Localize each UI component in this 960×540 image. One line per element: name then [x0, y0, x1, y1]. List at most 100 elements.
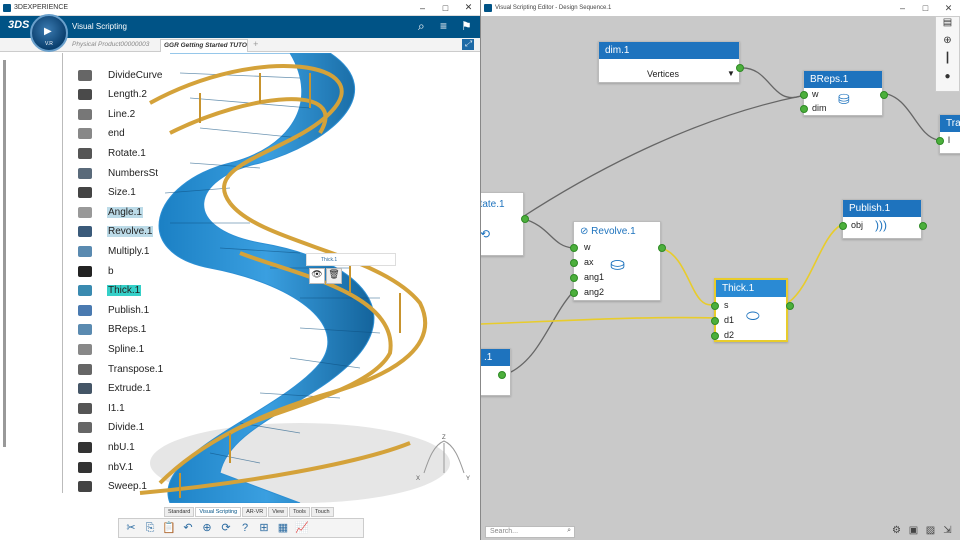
revolve-input-w-port[interactable]	[570, 244, 578, 252]
breps-output-port[interactable]	[880, 91, 888, 99]
tree-item[interactable]: Extrude.1	[78, 381, 152, 397]
revolve-output-port[interactable]	[658, 244, 666, 252]
thick-input-d1-port[interactable]	[711, 317, 719, 325]
bottom-tab-touch[interactable]: Touch	[310, 507, 334, 517]
paste-icon[interactable]: 📋	[161, 521, 177, 535]
tree-item[interactable]: b	[78, 263, 115, 279]
bottom-tab-tools[interactable]: Tools	[289, 507, 310, 517]
tree-item[interactable]: BReps.1	[78, 322, 147, 338]
node-transpose[interactable]: Tra l	[936, 114, 960, 154]
revolve-input-ang2-port[interactable]	[570, 289, 578, 297]
revolve-input-ax-port[interactable]	[570, 259, 578, 267]
tree-item[interactable]: Thick.1	[78, 283, 142, 299]
rotate-output-port[interactable]	[521, 215, 529, 223]
zoom-slider[interactable]: ┃	[936, 53, 959, 71]
delete-icon[interactable]: 🗑	[326, 268, 342, 284]
tree-item[interactable]: nbU.1	[78, 439, 136, 455]
node-breps-title: BReps.1	[804, 71, 882, 88]
tree-item[interactable]: DivideCurve	[78, 67, 163, 83]
thick-input-d2-port[interactable]	[711, 332, 719, 340]
maximize-button[interactable]: □	[434, 3, 457, 13]
tab-ggr-tutorial[interactable]: GGR Getting Started TUTO	[160, 39, 248, 52]
tree-item[interactable]: Line.2	[78, 106, 136, 122]
node-revolve[interactable]: ⊘ Revolve.1 w ax ang1 ang2 ⛀	[570, 221, 666, 301]
update-icon[interactable]: ⟳	[218, 521, 234, 535]
multiply-icon	[78, 245, 92, 257]
search-icon[interactable]: ⌕	[418, 19, 425, 34]
compass-button[interactable]: ▶ V.R	[30, 14, 68, 52]
tree-item[interactable]: Sweep.1	[78, 479, 148, 495]
tree-item[interactable]: NumbersSt	[78, 165, 159, 181]
map-icon[interactable]: ▤	[936, 17, 959, 35]
hide-show-icon[interactable]: 👁	[309, 268, 325, 284]
thick-output-port[interactable]	[786, 302, 794, 310]
tree-item[interactable]: Divide.1	[78, 420, 145, 436]
add-tab-button[interactable]: +	[253, 39, 258, 49]
breps-input-w-port[interactable]	[800, 91, 808, 99]
bottom-tab-standard[interactable]: Standard	[164, 507, 195, 517]
dim-output-port[interactable]	[736, 64, 744, 72]
image-icon[interactable]: ▨	[922, 525, 939, 536]
layout-icon[interactable]: ▣	[905, 525, 922, 536]
fit-all-icon[interactable]: ⤢	[462, 39, 474, 50]
left-window-title: 3DEXPERIENCE	[14, 4, 69, 11]
tree-item[interactable]: Publish.1	[78, 302, 150, 318]
node-breps[interactable]: BReps.1 w dim ⛁	[800, 70, 888, 116]
zoom-icon[interactable]: ⊕	[199, 521, 215, 535]
thick-input-s-port[interactable]	[711, 302, 719, 310]
tree-item[interactable]: Revolve.1	[78, 224, 154, 240]
node-rotate[interactable]: otate.1 ⟲	[481, 192, 529, 256]
editor-close-button[interactable]: ✕	[937, 3, 960, 14]
minimize-button[interactable]: –	[411, 3, 434, 13]
tree-scrollbar[interactable]	[3, 60, 6, 447]
tree-item[interactable]: Transpose.1	[78, 361, 164, 377]
tree-item[interactable]: I1.1	[78, 400, 126, 416]
tree-item[interactable]: end	[78, 126, 126, 142]
bottom-tab-visual-scripting[interactable]: Visual Scripting	[195, 507, 242, 517]
bottom-tab-ar-vr[interactable]: AR-VR	[242, 507, 268, 517]
editor-maximize-button[interactable]: □	[914, 3, 937, 13]
copy-icon[interactable]: ⎘	[142, 521, 158, 535]
node-partial[interactable]: .1	[481, 348, 511, 396]
tree-item[interactable]: Length.2	[78, 87, 148, 103]
tree-item[interactable]: Angle.1	[78, 204, 143, 220]
tab-physical-product[interactable]: Physical Product00000003	[72, 41, 149, 48]
cut-icon[interactable]: ✂	[123, 521, 139, 535]
bottom-tab-view[interactable]: View	[268, 507, 289, 517]
tree-item[interactable]: Spline.1	[78, 341, 145, 357]
dim-dropdown-value[interactable]: Vertices	[647, 69, 679, 79]
node-dim[interactable]: dim.1 Vertices ▼	[598, 41, 744, 83]
tree-item[interactable]: Rotate.1	[78, 145, 147, 161]
partial-output-port[interactable]	[498, 371, 506, 379]
editor-minimize-button[interactable]: –	[891, 3, 914, 13]
3d-viewport[interactable]: DivideCurve Length.2 Line.2 end Rotate.1 Numb…	[0, 53, 480, 503]
zoom-icon[interactable]: ⊕	[936, 35, 959, 53]
left-title-bar: 3DEXPERIENCE – □ ✕	[0, 0, 480, 16]
node-search-input[interactable]: Search... ⌕	[485, 526, 575, 538]
publish-icon	[78, 304, 92, 316]
undo-icon[interactable]: ↶	[180, 521, 196, 535]
close-button[interactable]: ✕	[457, 2, 480, 13]
node-thick[interactable]: Thick.1 s d1 d2 ⬭	[711, 278, 794, 342]
graph-canvas[interactable]: dim.1 Vertices ▼ BReps.1 w dim ⛁ Tra l o…	[481, 16, 960, 524]
export-icon[interactable]: ⇲	[939, 525, 956, 536]
settings-icon[interactable]: ⚙	[888, 525, 905, 536]
chart-icon[interactable]: 📈	[294, 521, 310, 535]
publish-output-port[interactable]	[919, 222, 927, 230]
slider-handle-icon[interactable]: ●	[936, 71, 959, 89]
grid-icon[interactable]: ▦	[275, 521, 291, 535]
breps-input-dim-port[interactable]	[800, 105, 808, 113]
tree-item[interactable]: Size.1	[78, 185, 137, 201]
script-icon[interactable]: ⊞	[256, 521, 272, 535]
tree-item[interactable]: Multiply.1	[78, 243, 151, 259]
tree-item[interactable]: nbV.1	[78, 459, 134, 475]
hidden-eye-icon[interactable]: ⊘	[580, 226, 588, 237]
transpose-input-port[interactable]	[936, 137, 944, 145]
revolve-input-ang1-port[interactable]	[570, 274, 578, 282]
node-publish[interactable]: Publish.1 obj )))	[839, 199, 927, 239]
help-icon[interactable]: ?	[237, 521, 253, 535]
tag-icon[interactable]: ⚑	[461, 19, 472, 33]
chevron-down-icon[interactable]: ▼	[727, 69, 735, 78]
publish-input-port[interactable]	[839, 222, 847, 230]
menu-icon[interactable]: ≡	[440, 19, 447, 33]
